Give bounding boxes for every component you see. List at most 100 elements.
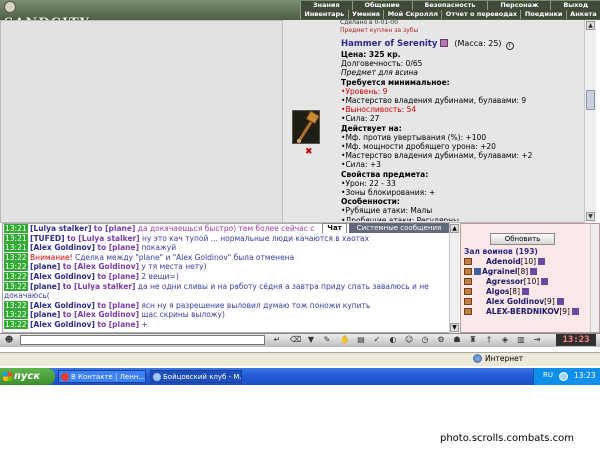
hand-icon[interactable]: ✋ — [340, 335, 350, 345]
send-icon[interactable]: ↵ — [272, 335, 282, 345]
tray-icon[interactable] — [559, 372, 568, 381]
req-strength: Сила: 27 — [341, 114, 586, 123]
scroll-down-icon[interactable]: ▼ — [586, 212, 595, 221]
chat-line: 13:22 [Alex Goldinov] to [plane] ясн ну … — [4, 300, 371, 310]
chat-line: 13:21 [TUFED] to [Lulya stalker] ну это … — [4, 233, 370, 243]
menu-item-exit[interactable]: Выход — [550, 1, 600, 10]
prop-damage: Урон: 22 - 33 — [341, 179, 586, 188]
info-icon[interactable]: i — [505, 42, 514, 50]
item-image[interactable] — [292, 110, 321, 144]
user-row[interactable]: Alex Goldinov[9] — [464, 297, 590, 307]
shield-icon[interactable]: ◈ — [500, 335, 510, 345]
user-row[interactable]: Agrainel[8] — [464, 267, 590, 277]
scroll-up-icon[interactable]: ▲ — [450, 224, 459, 233]
chat-line: 13:22 [plane] to [Alex Goldinov] щас скр… — [4, 310, 225, 320]
menu-item-skills[interactable]: Умения — [347, 10, 384, 19]
scroll-thumb[interactable] — [586, 90, 595, 110]
item-rarity-icon — [440, 39, 449, 47]
exit-icon[interactable]: ⇥ — [532, 335, 542, 345]
globe-icon — [473, 354, 482, 363]
castle-icon[interactable]: ♜ — [468, 335, 478, 345]
prop-zones: Зоны блокирования: + — [341, 188, 586, 197]
watermark: photo.scrolls.combats.com — [440, 433, 575, 444]
menu-item-transfer-report[interactable]: Отчет о переводах — [441, 10, 521, 19]
properties-title: Свойства предмета: — [341, 169, 429, 179]
menu-item-security[interactable]: Безопасность — [411, 1, 488, 10]
user-row[interactable]: Agressor[10] — [464, 277, 590, 287]
menu-item-my-scroll[interactable]: Мой Скроллл — [383, 10, 442, 19]
game-clock: 13:23 — [556, 334, 596, 346]
requirements-title: Требуется минимальное: — [341, 77, 450, 87]
req-mastery: Мастерство владения дубинами, булавами: … — [341, 96, 586, 105]
user-row[interactable]: Adenoid[10] — [464, 257, 590, 267]
taskbar-item-combats[interactable]: Бойцовский клуб - М... — [150, 370, 242, 383]
check-icon[interactable]: ✓ — [372, 335, 382, 345]
tab-system-messages[interactable]: Системные сообщения — [349, 223, 449, 233]
settings-icon[interactable]: ⚙ — [436, 335, 446, 345]
windows-logo-icon — [3, 372, 12, 381]
invite-icon[interactable] — [464, 298, 472, 305]
sub-menu: Инвентарь Умения Мой Скроллл Отчет о пер… — [300, 10, 600, 19]
chat-line: 13:22 [Alex Goldinov] to [plane] 2 вещи=… — [4, 271, 179, 281]
effect-item: Сила: +3 — [341, 160, 586, 169]
color-icon[interactable]: ◐ — [388, 335, 398, 345]
features-title: Особенности: — [341, 197, 400, 207]
clock-icon[interactable]: ◷ — [420, 335, 430, 345]
item-subtitle: Предмет для всина — [341, 68, 419, 78]
translit-icon[interactable]: ✎ — [322, 335, 332, 345]
chat-input[interactable] — [20, 335, 265, 345]
info-icon[interactable] — [522, 288, 529, 295]
tab-chat[interactable]: Чат — [322, 223, 347, 233]
invite-icon[interactable] — [464, 258, 472, 265]
item-mass: (Масса: 25) — [454, 39, 502, 48]
users-scrollbar[interactable] — [590, 224, 599, 332]
menu-item-profile[interactable]: Анкета — [565, 10, 600, 19]
info-icon[interactable] — [556, 298, 564, 305]
clan-icon — [474, 268, 481, 275]
info-icon[interactable] — [530, 268, 538, 275]
tray-clock[interactable]: 13:23 — [574, 371, 596, 380]
user-row[interactable]: ALEX-BERDNIKOV[9] — [464, 307, 590, 317]
menu-item-character[interactable]: Персонаж — [487, 1, 551, 10]
language-indicator[interactable]: RU — [543, 371, 553, 379]
book-icon[interactable]: ▤ — [356, 335, 366, 345]
smiley-icon[interactable]: ☺ — [404, 335, 414, 345]
menu-item-duels[interactable]: Поединки — [520, 10, 566, 19]
sword-icon[interactable]: † — [484, 335, 494, 345]
browser-icon — [61, 373, 69, 381]
people-icon[interactable]: ☗ — [452, 335, 462, 345]
main-scrollbar[interactable]: ▲ ▼ — [584, 20, 596, 223]
scroll-icon[interactable]: ▥ — [516, 335, 526, 345]
clear-icon[interactable]: ⌫ — [290, 335, 301, 345]
item-name[interactable]: Hammer of Serenity — [341, 39, 437, 49]
info-icon[interactable] — [538, 258, 546, 265]
invite-icon[interactable] — [464, 308, 472, 315]
chat-line: 13:21 [Alex Goldinov] to [plane] покажуй — [4, 243, 177, 253]
taskbar-item-vkontakte[interactable]: В Контакте | Ленн... — [58, 370, 146, 383]
refresh-button[interactable]: Обновить — [490, 233, 555, 245]
invite-icon[interactable] — [464, 278, 472, 285]
effects-title: Действует на: — [341, 123, 402, 133]
scroll-up-icon[interactable]: ▲ — [586, 21, 595, 30]
invite-icon[interactable] — [464, 268, 472, 275]
info-icon[interactable] — [571, 308, 579, 315]
menu-item-communication[interactable]: Общение — [351, 1, 412, 10]
user-row[interactable]: Algos[8] — [464, 287, 590, 297]
effect-item: Мастерство владения дубинами, булавами: … — [341, 151, 586, 160]
menu-item-inventory[interactable]: Инвентарь — [300, 10, 348, 19]
item-title-row: Hammer of Serenity (Масса: 25) i — [341, 39, 586, 50]
invite-icon[interactable] — [464, 288, 472, 295]
chat-line: 13:22 [plane] to [Lulya stalker] да не о… — [4, 281, 429, 301]
filter-icon[interactable]: ▼ — [306, 335, 316, 345]
effect-item: Мф. против увертывания (%): +100 — [341, 133, 586, 142]
req-endurance: Выносливость: 54 — [341, 105, 586, 114]
smile-icon[interactable]: ☻ — [4, 335, 14, 345]
start-button[interactable]: пуск — [0, 368, 55, 385]
item-durability: Долговечность: 0/65 — [341, 59, 423, 69]
chat-scrollbar[interactable]: ▲ ▼ — [449, 223, 459, 333]
info-icon[interactable] — [541, 278, 549, 285]
scroll-down-icon[interactable]: ▼ — [450, 323, 459, 332]
remove-item-icon[interactable]: ✖ — [305, 147, 313, 157]
req-level: Уровень: 9 — [341, 87, 586, 96]
menu-item-knowledge[interactable]: Знания — [300, 1, 352, 10]
